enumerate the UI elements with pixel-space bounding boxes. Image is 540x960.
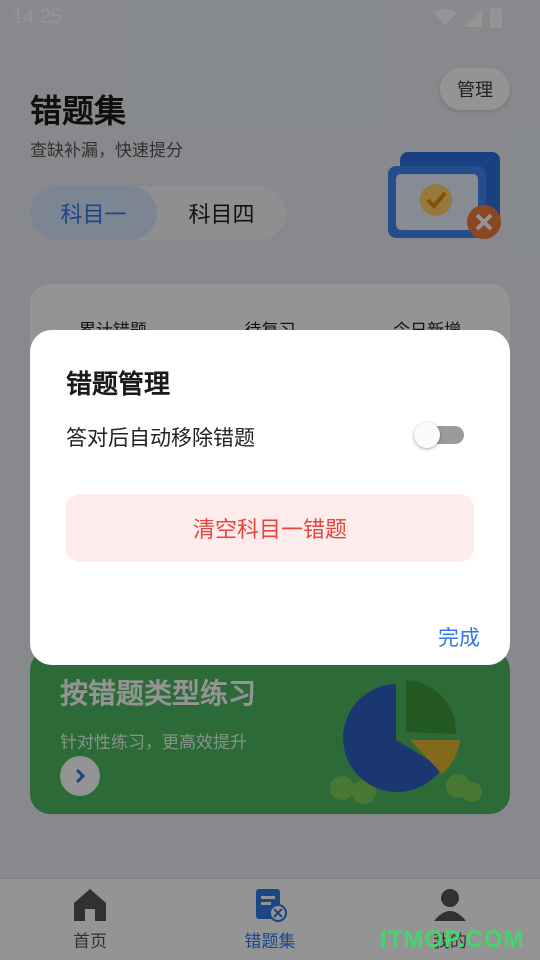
watermark: ITMOP.COM xyxy=(380,926,525,953)
auto-remove-label: 答对后自动移除错题 xyxy=(66,426,255,450)
clear-wrong-questions-button[interactable]: 清空科目一错题 xyxy=(66,494,474,562)
dialog-title: 错题管理 xyxy=(66,370,171,400)
done-button[interactable]: 完成 xyxy=(438,622,480,652)
auto-remove-toggle[interactable] xyxy=(414,422,464,448)
wrong-questions-management-dialog: 错题管理 答对后自动移除错题 清空科目一错题 完成 xyxy=(30,330,510,665)
